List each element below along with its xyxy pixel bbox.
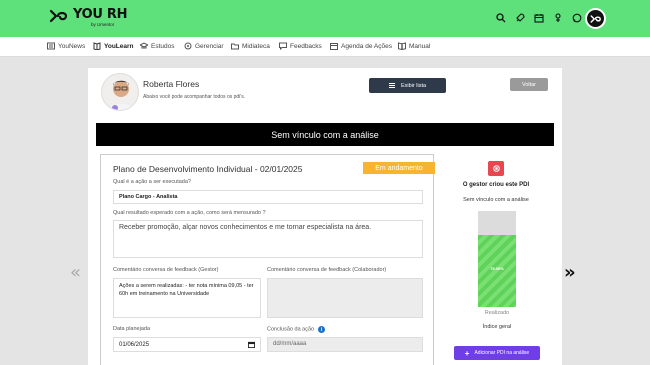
brand-name: YOU RH [73,7,128,22]
add-pdi-button[interactable]: + Adicionar PDI na análise [454,346,540,360]
news-icon [47,42,55,50]
calendar-icon[interactable] [533,12,544,24]
general-index-label: Índice geral [482,324,512,330]
nav-bar: YouNews YouLearn Estudos Gerenciar Midia… [0,37,650,57]
show-list-label: Exibir lista [400,82,427,89]
folder-icon [231,43,239,50]
nav-label: YouLearn [104,42,134,50]
action-field[interactable]: Plano Cargo - Analista [113,190,423,204]
nav-item-midiateca[interactable]: Midiateca [231,42,270,50]
stop-icon [492,165,500,172]
nav-item-younews[interactable]: YouNews [47,42,85,50]
progress-bar: 75.00% [478,211,516,307]
nav-label: YouNews [58,42,86,50]
nav-label: Gerenciar [195,42,224,50]
stop-button[interactable] [488,161,504,176]
add-pdi-label: Adicionar PDI na análise [474,350,530,356]
conclusion-date-field[interactable]: dd/mm/aaaa [267,337,423,352]
planned-date-value: 01/06/2025 [119,341,150,348]
next-arrow[interactable]: » [564,262,576,283]
profile-subtitle: Abaixo você pode acompanhar todos os pdi… [143,94,246,100]
nav-item-gerenciar[interactable]: Gerenciar [184,42,224,50]
nav-item-agenda[interactable]: Agenda de Ações [330,42,392,50]
nav-item-manual[interactable]: Manual [398,42,430,50]
conclusion-label: Conclusão da ação i [267,326,326,333]
feedback-collab-label: Comentário conversa de feedback (Colabor… [267,267,387,273]
conclusion-label-text: Conclusão da ação [267,326,315,333]
chat-icon [279,42,287,50]
result-question-label: Qual resultado esperado com a ação, como… [113,210,266,216]
feedback-manager-label: Comentário conversa de feedback (Gestor) [113,267,219,273]
status-badge: Em andamento [363,162,435,174]
nav-label: Feedbacks [290,42,322,50]
prev-arrow[interactable]: « [70,262,81,283]
search-icon[interactable] [495,12,506,24]
progress-bar-fill [478,235,516,307]
calendar-icon[interactable] [248,341,255,348]
hourglass-icon[interactable] [552,12,563,24]
planned-date-label: Data planejada [113,326,151,332]
pdi-title: Plano de Desenvolvimento Individual - 02… [113,164,303,174]
planned-date-field[interactable]: 01/06/2025 [113,337,261,352]
result-field[interactable]: Receber promoção, alçar novos conhecimen… [113,220,423,258]
top-bar: YOU RH by Umentor [0,0,650,37]
profile-photo [101,73,139,111]
nav-item-feedbacks[interactable]: Feedbacks [279,42,322,50]
rocket-icon[interactable] [514,12,525,24]
nav-label: Midiateca [242,42,270,50]
pdi-card: Roberta Flores Abaixo você pode acompanh… [88,68,562,365]
avatar-logo-icon [589,14,601,23]
feedback-collab-field[interactable] [267,278,423,318]
back-button[interactable]: Voltar [510,78,548,91]
pdi-form-panel: Plano de Desenvolvimento Individual - 02… [100,154,435,365]
stats-title: O gestor criou este PDI [462,182,530,188]
top-icons [495,12,582,24]
nav-label: Manual [409,42,431,50]
brand-sub: by Umentor [91,22,115,27]
calendar-icon [330,43,338,50]
nav-label: Estudos [151,42,175,50]
progress-label: 75.00% [490,266,504,271]
user-avatar[interactable] [585,8,606,29]
chat-icon[interactable] [571,12,582,24]
plus-icon: + [464,348,470,358]
logo-mark-icon [49,9,68,23]
show-list-button[interactable]: Exibir lista [369,78,446,93]
gear-icon [184,42,192,50]
nav-item-youlearn[interactable]: YouLearn [93,42,134,50]
realizado-label: Realizado [484,310,510,316]
nav-item-estudos[interactable]: Estudos [140,42,175,50]
brand-logo[interactable]: YOU RH [49,8,127,24]
nav-label: Agenda de Ações [341,42,392,50]
analysis-banner: Sem vínculo com a análise [96,123,554,146]
book-icon [93,42,101,50]
graduation-icon [140,42,148,49]
manual-icon [398,42,406,50]
feedback-manager-field[interactable]: Ações a serem realizadas: - ter nota mín… [113,278,261,318]
profile-name: Roberta Flores [143,79,200,89]
stats-subtitle: Sem vínculo com a análise [463,197,529,203]
action-question-label: Qual é a ação a ser executada? [113,179,191,185]
info-icon[interactable]: i [318,326,326,333]
list-icon [388,83,395,88]
